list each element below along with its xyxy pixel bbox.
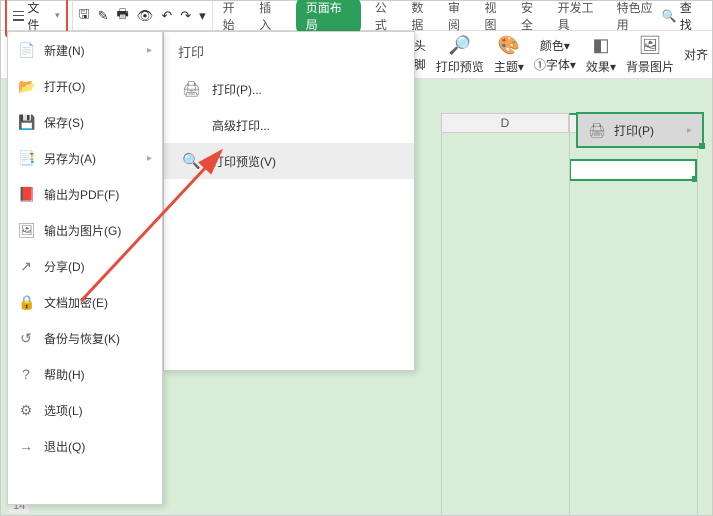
theme-icon: 🎨 bbox=[498, 35, 520, 56]
share-icon: ↗ bbox=[18, 258, 34, 275]
menu-options[interactable]: ⚙选项(L) bbox=[8, 392, 162, 428]
ribbon-colors-fonts[interactable]: 颜色▾①字体▾ bbox=[534, 37, 576, 73]
file-menu: 📄新建(N)▸ 📂打开(O) 💾保存(S) 📑另存为(A)▸ 📕输出为PDF(F… bbox=[7, 31, 163, 505]
print-icon: 🖨 bbox=[588, 122, 604, 139]
ribbon-align[interactable]: 对齐 bbox=[684, 46, 708, 63]
tab-security[interactable]: 安全 bbox=[521, 0, 544, 33]
grid-line bbox=[569, 133, 570, 515]
help-icon: ? bbox=[18, 366, 34, 382]
file-label: 文件 bbox=[27, 0, 50, 33]
print-icon: 🖨 bbox=[182, 80, 200, 98]
menu-save-as[interactable]: 📑另存为(A)▸ bbox=[8, 140, 162, 176]
menu-backup[interactable]: ↺备份与恢复(K) bbox=[8, 320, 162, 356]
submenu-advanced-print[interactable]: 高级打印... bbox=[164, 107, 414, 143]
search-label: 查找 bbox=[680, 0, 702, 33]
tab-insert[interactable]: 插入 bbox=[259, 0, 282, 33]
ribbon-tabs: 开始 插入 页面布局 公式 数据 审阅 视图 安全 开发工具 特色应用 bbox=[213, 1, 662, 30]
menu-exit[interactable]: →退出(Q) bbox=[8, 428, 162, 464]
tab-data[interactable]: 数据 bbox=[411, 0, 434, 33]
preview-icon: 🔍 bbox=[182, 152, 200, 170]
backup-icon: ↺ bbox=[18, 330, 34, 347]
preview-icon: 🔎 bbox=[449, 35, 471, 56]
ribbon-theme[interactable]: 🎨主题▾ bbox=[494, 35, 524, 75]
tab-formula[interactable]: 公式 bbox=[375, 0, 398, 33]
search-button[interactable]: 🔍 查找 bbox=[662, 0, 708, 33]
effects-icon: ◧ bbox=[592, 35, 609, 56]
menu-save[interactable]: 💾保存(S) bbox=[8, 104, 162, 140]
submenu-print-preview[interactable]: 🔍打印预览(V) bbox=[164, 143, 414, 179]
grid-line bbox=[441, 133, 442, 515]
quick-access-toolbar: 🖫 ✎ 🖶 👁 ↶ ↷ ▾ bbox=[72, 1, 213, 30]
new-icon: 📄 bbox=[18, 42, 34, 59]
selected-cell[interactable] bbox=[569, 159, 697, 181]
grid-line bbox=[697, 133, 698, 515]
save-icon: 💾 bbox=[18, 114, 34, 131]
pdf-icon: 📕 bbox=[18, 186, 34, 203]
menu-export-image[interactable]: 🖼输出为图片(G) bbox=[8, 212, 162, 248]
exit-icon: → bbox=[18, 438, 34, 454]
save-icon[interactable]: 🖫 bbox=[79, 5, 90, 27]
tab-view[interactable]: 视图 bbox=[484, 0, 507, 33]
toolbar: 文件 ▾ 🖫 ✎ 🖶 👁 ↶ ↷ ▾ 开始 插入 页面布局 公式 数据 审阅 视… bbox=[1, 1, 712, 31]
more-icon[interactable]: ▾ bbox=[199, 8, 206, 24]
menu-print[interactable]: 🖨打印(P)▸ bbox=[576, 112, 704, 148]
chevron-right-icon: ▸ bbox=[687, 125, 692, 136]
ribbon-background[interactable]: 🖼背景图片 bbox=[626, 35, 674, 75]
menu-export-pdf[interactable]: 📕输出为PDF(F) bbox=[8, 176, 162, 212]
tab-devtools[interactable]: 开发工具 bbox=[558, 0, 603, 33]
open-icon: 📂 bbox=[18, 78, 34, 95]
dropdown-icon: ▾ bbox=[55, 10, 60, 21]
chevron-right-icon: ▸ bbox=[147, 153, 152, 164]
redo-icon[interactable]: ↷ bbox=[180, 8, 191, 24]
tab-review[interactable]: 审阅 bbox=[448, 0, 471, 33]
image-icon: 🖼 bbox=[18, 222, 34, 239]
save-as-icon: 📑 bbox=[18, 150, 34, 167]
submenu-header: 打印 bbox=[164, 32, 414, 71]
preview-icon[interactable]: 👁 bbox=[137, 8, 154, 24]
search-icon: 🔍 bbox=[662, 9, 677, 23]
print-icon[interactable]: 🖶 bbox=[117, 5, 129, 27]
menu-open[interactable]: 📂打开(O) bbox=[8, 68, 162, 104]
tab-start[interactable]: 开始 bbox=[223, 0, 246, 33]
submenu-print[interactable]: 🖨打印(P)... bbox=[164, 71, 414, 107]
chevron-right-icon: ▸ bbox=[147, 45, 152, 56]
menu-share[interactable]: ↗分享(D) bbox=[8, 248, 162, 284]
ribbon-print-preview[interactable]: 🔎打印预览 bbox=[436, 35, 484, 75]
menu-new[interactable]: 📄新建(N)▸ bbox=[8, 32, 162, 68]
menu-encrypt[interactable]: 🔒文档加密(E) bbox=[8, 284, 162, 320]
menu-help[interactable]: ?帮助(H) bbox=[8, 356, 162, 392]
ribbon-effects[interactable]: ◧效果▾ bbox=[586, 35, 616, 75]
image-icon: 🖼 bbox=[639, 35, 662, 56]
column-header-d[interactable]: D bbox=[441, 113, 569, 133]
print-submenu: 打印 🖨打印(P)... 高级打印... 🔍打印预览(V) bbox=[163, 31, 415, 371]
undo-icon[interactable]: ↶ bbox=[161, 8, 172, 24]
tab-special[interactable]: 特色应用 bbox=[617, 0, 662, 33]
save-as-icon[interactable]: ✎ bbox=[98, 8, 109, 24]
gear-icon: ⚙ bbox=[18, 402, 34, 419]
lock-icon: 🔒 bbox=[18, 294, 34, 311]
hamburger-icon bbox=[13, 11, 24, 21]
